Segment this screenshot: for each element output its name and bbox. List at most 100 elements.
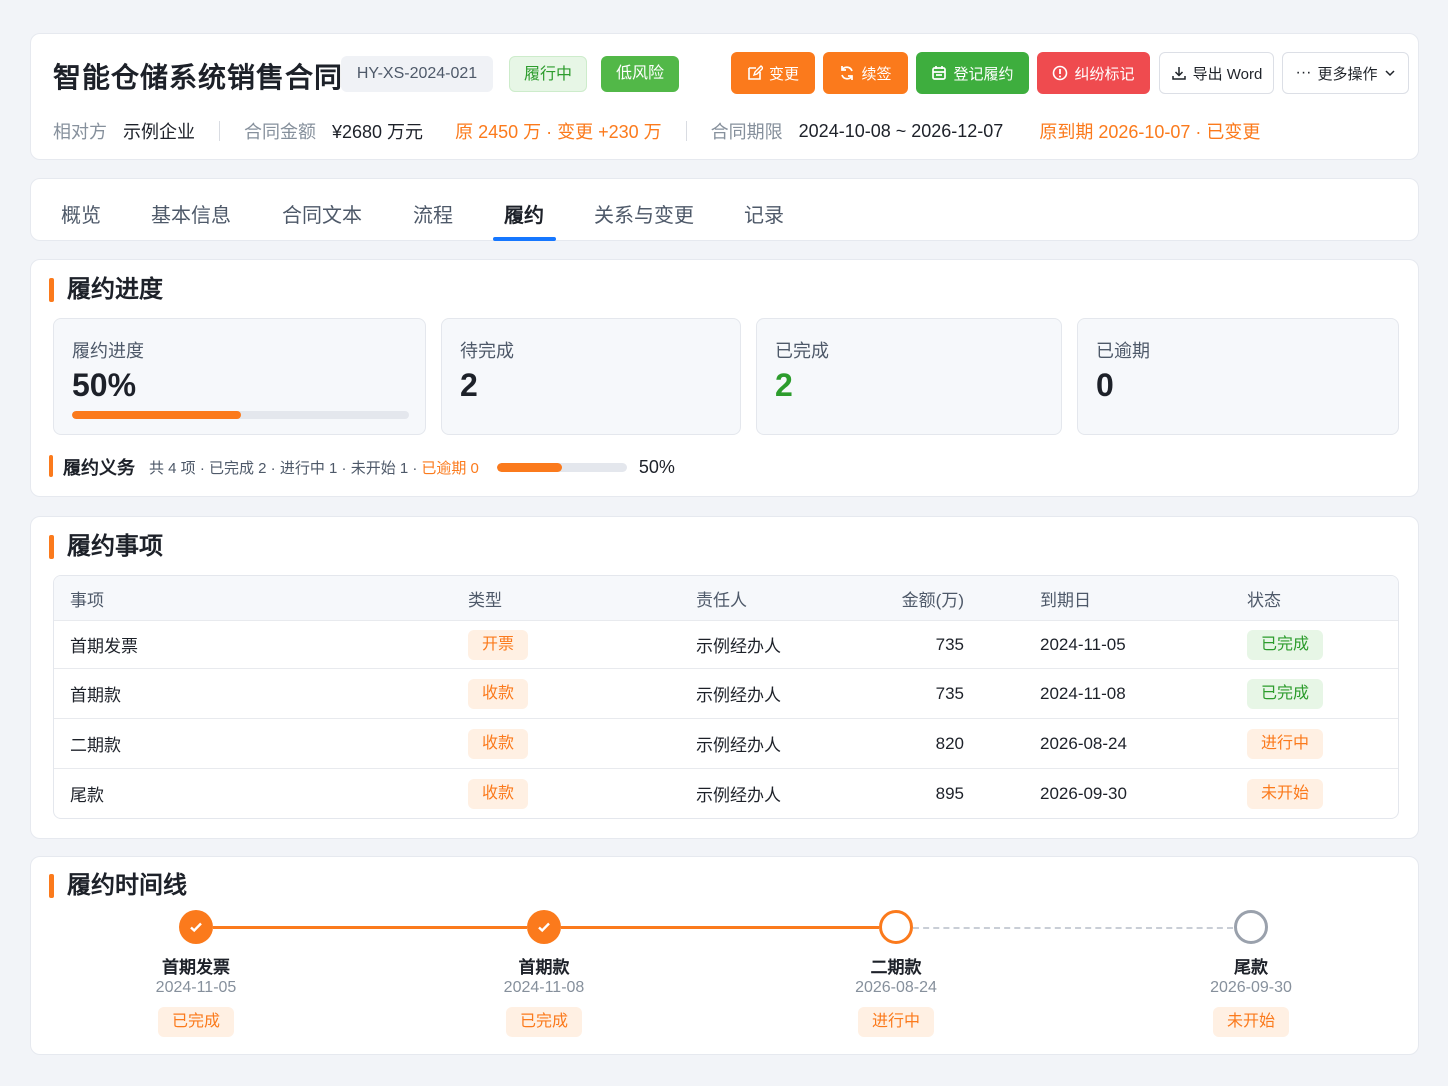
timeline-node-done [179,910,213,944]
check-icon [538,922,550,933]
obligations-progress-bar [496,462,627,472]
column-header: 金额(万) [901,590,964,610]
table-row[interactable]: 尾款 收款 示例经办人 895 2026-09-30 未开始 [54,768,1398,818]
item-due-date: 2024-11-08 [1040,683,1126,703]
register-button-label: 登记履约 [953,65,1014,83]
status-badge: 履行中 [509,56,587,92]
period-note: 原到期 2026-10-07 · 已变更 [1039,122,1261,142]
obligations-percent: 50% [638,456,675,477]
type-tag: 收款 [468,678,529,709]
export-word-button[interactable]: 导出 Word [1159,52,1274,94]
table-row[interactable]: 首期发票 开票 示例经办人 735 2024-11-05 已完成 [54,620,1398,668]
timeline-status-tag: 进行中 [857,1007,935,1037]
timeline-node-name: 尾款 [1234,958,1268,977]
column-header: 到期日 [1040,590,1091,610]
table-row[interactable]: 首期款 收款 示例经办人 735 2024-11-08 已完成 [54,668,1398,718]
party-value: 示例企业 [123,122,195,142]
timeline-node-name: 首期款 [518,958,570,977]
contract-header: 智能仓储系统销售合同 HY-XS-2024-021 履行中 低风险 变更 续签 … [30,33,1419,160]
pending-stat-card: 待完成 2 [441,318,741,435]
risk-badge: 低风险 [601,56,679,92]
status-tag: 已完成 [1247,629,1324,660]
item-owner: 示例经办人 [696,736,781,755]
timeline-node-done [527,910,561,944]
amount-label: 合同金额 [244,122,316,142]
timeline-status-tag: 未开始 [1212,1007,1290,1037]
timeline-node-not-started [1234,910,1268,944]
item-name: 二期款 [70,736,121,755]
table-header: 事项 类型 责任人 金额(万) 到期日 状态 [54,576,1398,620]
progress-bar-fill [72,411,241,419]
tab-overview[interactable]: 概览 [61,199,101,228]
dispute-mark-button[interactable]: 纠纷标记 [1037,52,1150,94]
timeline-node-in-progress [879,910,913,944]
stat-label: 待完成 [460,341,514,361]
register-performance-button[interactable]: 登记履约 [916,52,1029,94]
dispute-button-label: 纠纷标记 [1074,65,1135,83]
amount-note: 原 2450 万 · 变更 +230 万 [455,122,662,142]
tab-basic-info[interactable]: 基本信息 [151,199,231,228]
timeline-node-date: 2026-09-30 [1210,979,1292,996]
item-owner: 示例经办人 [696,786,781,805]
obligations-summary: 履约义务 共 4 项 · 已完成 2 · 进行中 1 · 未开始 1 · 已逾期… [49,454,675,480]
item-amount: 820 [935,733,964,753]
tab-process[interactable]: 流程 [413,199,453,228]
edit-icon [748,65,763,80]
item-name: 尾款 [70,786,104,805]
type-tag: 收款 [468,778,529,809]
stat-label: 履约进度 [72,341,144,361]
tab-records[interactable]: 记录 [744,199,784,228]
section-title: 履约时间线 [49,871,187,901]
renew-button[interactable]: 续签 [823,52,908,94]
item-owner: 示例经办人 [696,637,781,656]
contract-meta: 相对方 示例企业 合同金额 ¥2680 万元 原 2450 万 · 变更 +23… [53,118,1396,144]
table-row[interactable]: 二期款 收款 示例经办人 820 2026-08-24 进行中 [54,718,1398,768]
column-header: 事项 [70,590,104,610]
stat-value: 50% [72,367,137,403]
download-icon [1171,67,1186,80]
divider [685,121,687,141]
timeline-connector [213,926,527,929]
amount-value: ¥2680 万元 [332,122,424,142]
column-header: 类型 [468,590,502,610]
more-button-label: 更多操作 [1317,65,1378,83]
tab-performance[interactable]: 履约 [504,199,544,228]
items-table: 事项 类型 责任人 金额(万) 到期日 状态 首期发票 开票 示例经办人 735… [53,575,1399,819]
item-amount: 735 [935,634,964,654]
contract-code-badge: HY-XS-2024-021 [341,56,493,92]
item-amount: 735 [935,683,964,703]
alert-icon [1053,65,1068,81]
item-owner: 示例经办人 [696,686,781,705]
item-due-date: 2026-08-24 [1040,733,1127,753]
divider [219,121,220,141]
timeline-connector [561,926,879,929]
chevron-down-icon [1384,70,1395,77]
performance-progress-section: 履约进度 履约进度 50% 待完成 2 已完成 2 已逾期 0 履约义务 共 4… [30,259,1419,497]
obligations-progress-fill [496,462,562,472]
performance-timeline-section: 履约时间线 首期发票 2024-11-05 已完成 首期款 2024-11-08… [30,856,1419,1055]
column-header: 状态 [1247,590,1281,610]
page-title: 智能仓储系统销售合同 [53,62,344,93]
performance-items-section: 履约事项 事项 类型 责任人 金额(万) 到期日 状态 首期发票 开票 示例经办… [30,516,1419,839]
tab-contract-text[interactable]: 合同文本 [282,199,362,228]
stat-value: 2 [460,367,478,403]
more-actions-button[interactable]: ··· 更多操作 [1282,52,1409,94]
change-button[interactable]: 变更 [731,52,815,94]
stat-label: 已逾期 [1096,341,1150,361]
active-tab-indicator [493,237,556,241]
type-tag: 开票 [468,629,529,660]
period-label: 合同期限 [710,122,783,142]
item-amount: 895 [935,783,964,803]
party-label: 相对方 [53,122,107,142]
item-name: 首期款 [70,686,121,705]
timeline-node-date: 2024-11-05 [155,979,237,996]
section-title: 履约进度 [49,275,163,305]
timeline-node-name: 首期发票 [162,958,230,977]
overdue-stat-card: 已逾期 0 [1077,318,1399,435]
type-tag: 收款 [468,728,529,759]
done-stat-card: 已完成 2 [756,318,1062,435]
renew-button-label: 续签 [861,65,892,83]
progress-stat-card: 履约进度 50% [53,318,426,435]
tab-relations-changes[interactable]: 关系与变更 [594,199,694,228]
timeline-node-date: 2024-11-08 [503,979,585,996]
